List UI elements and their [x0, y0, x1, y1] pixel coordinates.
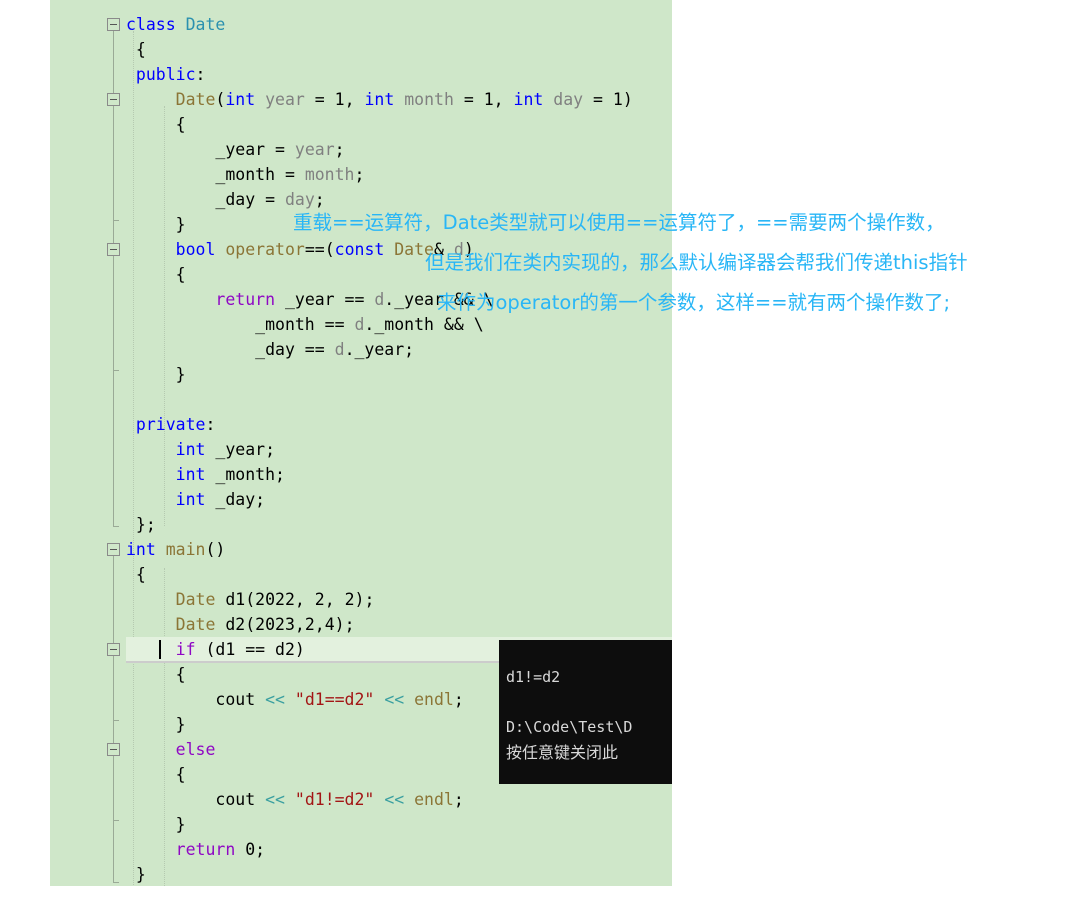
code-line-19[interactable]: int _month; [126, 462, 672, 487]
code-line-6[interactable]: _year = year; [126, 137, 672, 162]
outline-bracket-ctor [113, 106, 114, 220]
outline-bracket-else [113, 756, 114, 820]
code-line-20[interactable]: int _day; [126, 487, 672, 512]
collapse-toggle-main[interactable] [107, 543, 120, 556]
outline-bracket-foot-ctor [113, 220, 119, 221]
annotation-line-2: 但是我们在类内实现的，那么默认编译器会帮我们传递this指针 [425, 251, 968, 274]
text-caret [159, 640, 161, 659]
console-path-text: D:\Code\Test\D [506, 718, 633, 736]
code-line-17[interactable]: private: [126, 412, 672, 437]
code-line-25[interactable]: Date d2(2023,2,4); [126, 612, 672, 637]
outline-bracket-foot-else [113, 820, 119, 821]
code-line-15[interactable]: } [126, 362, 672, 387]
code-line-32[interactable]: cout << "d1!=d2" << endl; [126, 787, 672, 812]
annotation-line-1: 重载==运算符，Date类型就可以使用==运算符了，==需要两个操作数， [293, 211, 945, 234]
code-line-18[interactable]: int _year; [126, 437, 672, 462]
outline-bracket-opeq [113, 256, 114, 370]
code-line-14[interactable]: _day == d._year; [126, 337, 672, 362]
collapse-toggle-class-date[interactable] [107, 18, 120, 31]
outlining-margin[interactable] [104, 0, 126, 886]
console-top-spacer [499, 640, 672, 665]
code-line-34[interactable]: return 0; [126, 837, 672, 862]
code-line-33[interactable]: } [126, 812, 672, 837]
collapse-toggle-operator-eq[interactable] [107, 243, 120, 256]
code-line-4[interactable]: Date(int year = 1, int month = 1, int da… [126, 87, 672, 112]
code-line-1[interactable]: class Date [126, 12, 672, 37]
collapse-toggle-constructor[interactable] [107, 93, 120, 106]
code-line-13[interactable]: _month == d._month && \ [126, 312, 672, 337]
code-line-21[interactable]: }; [126, 512, 672, 537]
code-line-24[interactable]: Date d1(2022, 2, 2); [126, 587, 672, 612]
code-line-23[interactable]: { [126, 562, 672, 587]
code-line-2[interactable]: { [126, 37, 672, 62]
code-line-35[interactable]: } [126, 862, 672, 886]
outline-bracket-foot-opeq [113, 370, 119, 371]
code-line-5[interactable]: { [126, 112, 672, 137]
collapse-toggle-else[interactable] [107, 743, 120, 756]
outline-bracket-if [113, 656, 114, 720]
console-prompt-text: 按任意键关闭此 [506, 743, 619, 762]
code-line-22[interactable]: int main() [126, 537, 672, 562]
outline-bracket-foot-class [113, 526, 119, 527]
outline-bracket-foot-if [113, 720, 119, 721]
code-line-3[interactable]: public: [126, 62, 672, 87]
outline-bracket-foot-main [113, 882, 119, 883]
code-line-0[interactable] [126, 0, 672, 12]
collapse-toggle-if[interactable] [107, 643, 120, 656]
annotation-line-3: 来作为operator的第一个参数，这样==就有两个操作数了; [437, 291, 951, 314]
code-line-7[interactable]: _month = month; [126, 162, 672, 187]
console-output-text: d1!=d2 [506, 668, 561, 686]
code-line-16[interactable] [126, 387, 672, 412]
console-output-window[interactable]: d1!=d2 D:\Code\Test\D 按任意键关闭此 [499, 640, 672, 784]
